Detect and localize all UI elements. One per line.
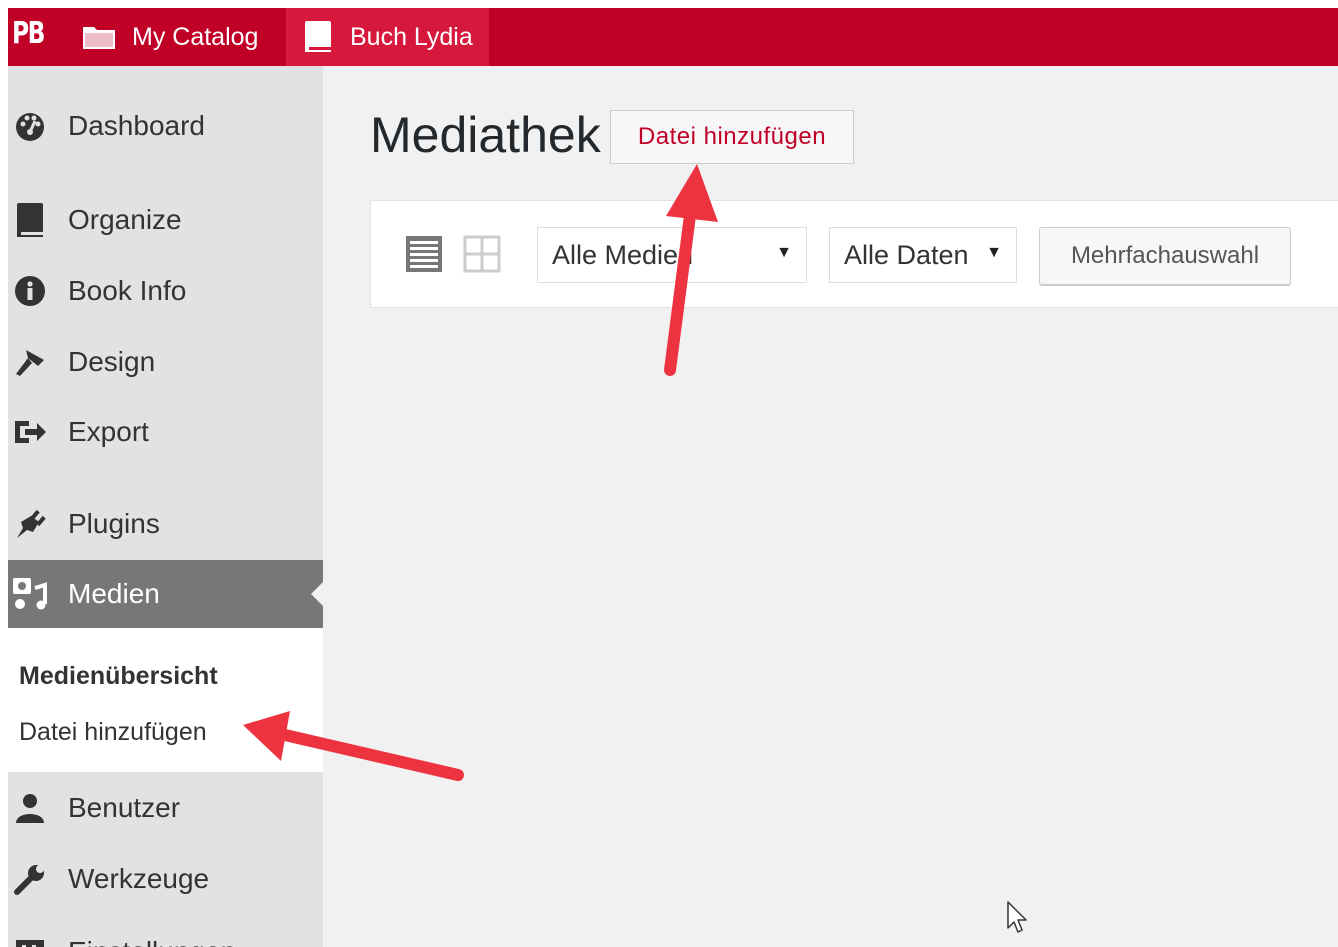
- medien-submenu: Medienübersicht Datei hinzufügen: [8, 628, 323, 772]
- current-book-link[interactable]: Buch Lydia: [286, 8, 489, 66]
- media-toolbar: Alle Medien ▼ Alle Daten ▼ Mehrfachauswa…: [370, 200, 1338, 308]
- pressbooks-logo[interactable]: PB: [12, 16, 45, 51]
- media-type-filter[interactable]: Alle Medien ▼: [537, 227, 807, 283]
- sidebar-item-label: Book Info: [68, 275, 187, 306]
- media-icon: [8, 576, 52, 612]
- date-filter[interactable]: Alle Daten ▼: [829, 227, 1017, 283]
- add-file-button[interactable]: Datei hinzufügen: [610, 110, 854, 164]
- sidebar-item-design[interactable]: Design: [8, 332, 323, 392]
- folder-icon: [82, 24, 116, 50]
- submenu-add-file[interactable]: Datei hinzufügen: [19, 718, 207, 747]
- sidebar-item-label: Medien: [68, 578, 160, 609]
- chevron-down-icon: ▼: [986, 244, 1002, 261]
- my-catalog-link[interactable]: My Catalog: [82, 8, 258, 66]
- sidebar-item-book-info[interactable]: Book Info: [8, 261, 323, 321]
- sidebar-item-werkzeuge[interactable]: Werkzeuge: [8, 849, 323, 909]
- settings-icon: [8, 936, 52, 947]
- sidebar-item-label: Einstellungen: [68, 936, 236, 947]
- brush-icon: [8, 346, 52, 378]
- bulk-select-button[interactable]: Mehrfachauswahl: [1039, 227, 1291, 285]
- dashboard-icon: [8, 110, 52, 142]
- sidebar-item-label: Werkzeuge: [68, 863, 210, 894]
- my-catalog-label: My Catalog: [132, 22, 259, 51]
- chevron-down-icon: ▼: [776, 244, 792, 261]
- sidebar-item-label: Dashboard: [68, 110, 205, 141]
- list-view-icon[interactable]: [405, 235, 443, 273]
- sidebar-item-benutzer[interactable]: Benutzer: [8, 778, 323, 838]
- current-book-label: Buch Lydia: [350, 22, 473, 51]
- sidebar-item-plugins[interactable]: Plugins: [8, 494, 323, 554]
- app-frame: PB My Catalog Buch Lydia Dashboard Organ…: [8, 8, 1338, 947]
- export-icon: [8, 418, 52, 446]
- book-icon: [302, 20, 334, 54]
- admin-sidebar: Dashboard Organize Book Info Design Expo…: [8, 66, 323, 947]
- sidebar-item-einstellungen[interactable]: Einstellungen: [8, 922, 323, 947]
- page-title: Mediathek: [370, 107, 601, 163]
- sidebar-item-label: Organize: [68, 204, 182, 235]
- plugin-icon: [8, 508, 52, 540]
- info-icon: [8, 275, 52, 307]
- media-type-filter-value: Alle Medien: [552, 239, 694, 270]
- sidebar-item-label: Benutzer: [68, 792, 181, 823]
- sidebar-item-organize[interactable]: Organize: [8, 190, 323, 250]
- sidebar-item-dashboard[interactable]: Dashboard: [8, 96, 323, 156]
- book-icon: [8, 202, 52, 238]
- admin-bar: PB My Catalog Buch Lydia: [8, 8, 1338, 66]
- sidebar-item-label: Plugins: [68, 508, 160, 539]
- date-filter-value: Alle Daten: [844, 239, 969, 270]
- grid-view-icon[interactable]: [463, 235, 501, 273]
- sidebar-item-export[interactable]: Export: [8, 402, 323, 462]
- sidebar-item-medien[interactable]: Medien: [8, 560, 323, 628]
- sidebar-item-label: Design: [68, 346, 156, 377]
- sidebar-item-label: Export: [68, 416, 149, 447]
- user-icon: [8, 792, 52, 824]
- submenu-media-overview[interactable]: Medienübersicht: [19, 662, 218, 691]
- wrench-icon: [8, 862, 52, 896]
